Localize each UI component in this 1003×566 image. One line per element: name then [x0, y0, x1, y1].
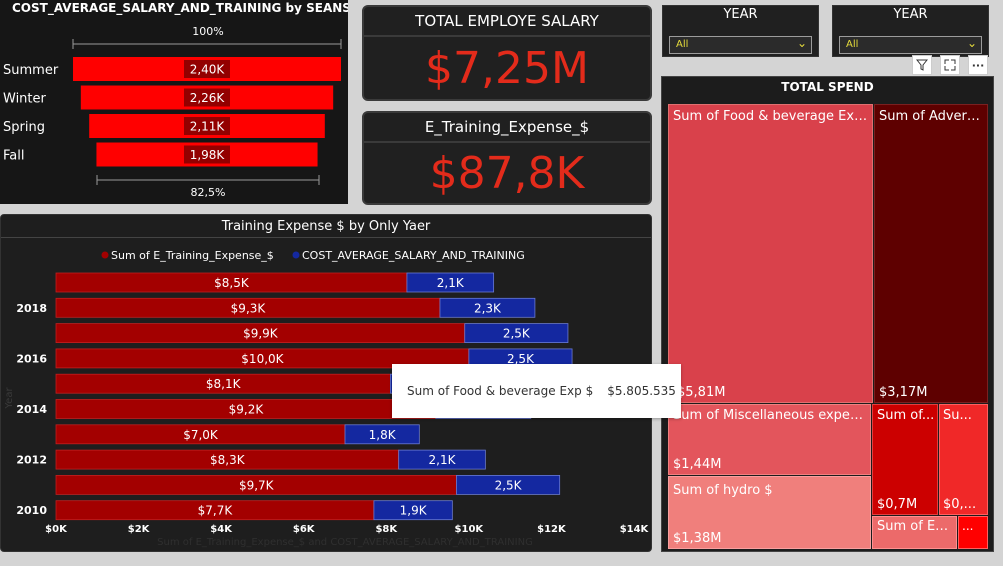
funnel-title: COST_AVERAGE_SALARY_AND_TRAINING by SEAN… [12, 1, 348, 16]
bar-training-label-2014: $9,2K [229, 403, 265, 417]
year-slicer-1[interactable]: YEAR All ⌄ [662, 5, 819, 57]
bar-training-label-2012: $8,3K [210, 453, 246, 467]
treemap-tile-small-1-label: Sum of... [877, 408, 935, 423]
bar-training-label-2010: $7,7K [198, 504, 234, 518]
treemap-tile-small-4[interactable]: ... [958, 516, 988, 549]
bar-chart-title: Training Expense $ by Only Yaer [221, 219, 431, 234]
total-salary-title: TOTAL EMPLOYE SALARY [364, 7, 650, 37]
chevron-down-icon: ⌄ [966, 36, 977, 50]
bar-cost-label-2011: 2,5K [495, 478, 523, 492]
bar-training-label-2018: $9,3K [231, 301, 267, 315]
tooltip-label: Sum of Food & beverage Exp $ [407, 384, 594, 398]
x-tick-5: $10K [455, 524, 485, 535]
treemap-tile-misc-label: Sum of Miscellaneous expens... [673, 408, 867, 423]
training-expense-title: E_Training_Expense_$ [364, 113, 650, 143]
y-tick-2012: 2012 [16, 454, 47, 467]
funnel-top-pct: 100% [192, 25, 223, 38]
x-tick-3: $6K [293, 524, 316, 535]
bar-training-label-2015: $8,1K [206, 377, 242, 391]
year-slicer-1-dropdown[interactable]: All ⌄ [669, 36, 812, 54]
year-slicer-1-title: YEAR [723, 7, 758, 22]
bar-training-label-2019: $8,5K [214, 276, 250, 290]
treemap-tile-small-3-label: Sum of En... [877, 519, 954, 534]
bar-training-label-2016: $10,0K [241, 352, 284, 366]
y-tick-2010: 2010 [16, 504, 47, 517]
tooltip-value: $5.805.535 [607, 384, 676, 398]
y-tick-2016: 2016 [16, 352, 47, 365]
focus-mode-icon[interactable] [940, 55, 960, 75]
bar-cost-label-2010: 1,9K [400, 504, 428, 518]
y-tick-2014: 2014 [16, 403, 47, 416]
training-expense-value: $87,8K [429, 147, 585, 199]
funnel-category-winter: Winter [3, 92, 47, 107]
x-tick-2: $4K [210, 524, 233, 535]
treemap-tile-small-2-value: $0,... [943, 497, 977, 512]
more-options-icon[interactable]: ··· [968, 55, 988, 75]
treemap-tile-advertising-value: $3,17M [879, 385, 928, 400]
treemap-tile-small-1-value: $0,7M [877, 497, 918, 512]
treemap-tile-advertising[interactable]: Sum of Adverti... $3,17M [874, 104, 988, 403]
funnel-category-summer: Summer [3, 63, 59, 78]
legend-label-cost: COST_AVERAGE_SALARY_AND_TRAINING [302, 249, 525, 262]
bar-cost-label-2013: 1,8K [369, 428, 397, 442]
treemap-tile-hydro-value: $1,38M [673, 531, 722, 546]
treemap-tile-small-2-label: Su... [943, 408, 972, 423]
treemap-tile-hydro-label: Sum of hydro $ [673, 483, 773, 498]
treemap-tile-misc-value: $1,44M [673, 457, 722, 472]
legend-marker-training [101, 251, 109, 259]
legend-marker-cost [292, 251, 300, 259]
total-salary-card[interactable]: TOTAL EMPLOYE SALARY $7,25M [362, 5, 652, 101]
total-salary-value: $7,25M [425, 42, 589, 94]
y-axis-title: Year [4, 387, 15, 410]
tooltip: Sum of Food & beverage Exp $ $5.805.535 [392, 364, 681, 418]
year-slicer-2[interactable]: YEAR All ⌄ [832, 5, 989, 57]
treemap-tile-food[interactable]: Sum of Food & beverage Exp $ $5,81M [668, 104, 873, 403]
funnel-value-summer: 2,40K [190, 63, 226, 77]
year-slicer-2-title: YEAR [893, 7, 928, 22]
funnel-bottom-pct: 82,5% [191, 186, 226, 199]
funnel-value-fall: 1,98K [190, 148, 226, 162]
treemap-tile-hydro[interactable]: Sum of hydro $ $1,38M [668, 476, 871, 549]
x-tick-4: $8K [375, 524, 398, 535]
year-slicer-1-value: All [676, 39, 689, 50]
bar-cost-label-2012: 2,1K [429, 453, 457, 467]
x-tick-0: $0K [45, 524, 68, 535]
funnel-value-spring: 2,11K [190, 120, 226, 134]
bar-training-label-2011: $9,7K [239, 478, 275, 492]
chevron-down-icon: ⌄ [796, 36, 807, 50]
bar-training-label-2017: $9,9K [243, 327, 279, 341]
year-slicer-2-value: All [846, 39, 859, 50]
funnel-category-spring: Spring [3, 120, 45, 135]
treemap-tile-small-3[interactable]: Sum of En... [872, 516, 957, 549]
bar-training-label-2013: $7,0K [183, 428, 219, 442]
x-tick-1: $2K [128, 524, 151, 535]
funnel-category-fall: Fall [3, 149, 24, 164]
x-tick-7: $14K [620, 524, 650, 535]
treemap-tile-small-1[interactable]: Sum of... $0,7M [872, 404, 938, 515]
treemap-tile-misc[interactable]: Sum of Miscellaneous expens... $1,44M [668, 404, 871, 475]
y-tick-2018: 2018 [16, 302, 47, 315]
x-axis-title: Sum of E_Training_Expense_$ and COST_AVE… [157, 537, 533, 548]
x-tick-6: $12K [537, 524, 567, 535]
funnel-chart: COST_AVERAGE_SALARY_AND_TRAINING by SEAN… [3, 1, 348, 199]
bar-cost-label-2018: 2,3K [474, 301, 502, 315]
treemap-tile-small-2[interactable]: Su... $0,... [939, 404, 988, 515]
legend-label-training: Sum of E_Training_Expense_$ [111, 249, 274, 262]
funnel-value-winter: 2,26K [190, 91, 226, 105]
bar-cost-label-2019: 2,1K [437, 276, 465, 290]
treemap-tile-advertising-label: Sum of Adverti... [879, 109, 984, 124]
treemap-title: TOTAL SPEND [781, 80, 874, 94]
year-slicer-2-dropdown[interactable]: All ⌄ [839, 36, 982, 54]
training-expense-card[interactable]: E_Training_Expense_$ $87,8K [362, 111, 652, 205]
filter-icon[interactable] [912, 55, 932, 75]
treemap-tile-food-value: $5,81M [677, 385, 726, 400]
total-spend-treemap-visual[interactable]: TOTAL SPEND Sum of Food & beverage Exp $… [661, 76, 994, 552]
bar-cost-label-2017: 2,5K [503, 327, 531, 341]
treemap-tile-small-4-label: ... [962, 519, 974, 533]
treemap-tile-food-label: Sum of Food & beverage Exp $ [673, 109, 869, 124]
funnel-visual[interactable]: COST_AVERAGE_SALARY_AND_TRAINING by SEAN… [0, 0, 348, 204]
